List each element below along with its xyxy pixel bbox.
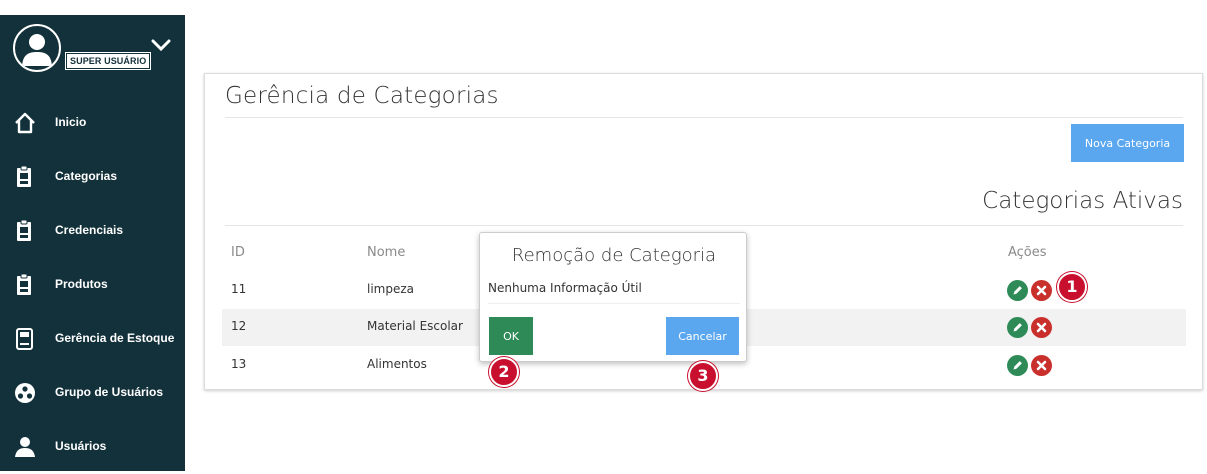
sidebar-item-label: Credenciais [55, 223, 124, 237]
user-area: SUPER USUÁRIO [0, 15, 185, 82]
close-icon [1036, 285, 1047, 296]
row-id: 13 [231, 357, 247, 371]
edit-button[interactable] [1007, 355, 1028, 376]
annotation-marker-1: 1 [1057, 272, 1087, 302]
close-icon [1036, 360, 1047, 371]
avatar[interactable] [13, 24, 61, 72]
column-header-actions: Ações [1008, 245, 1047, 260]
delete-button[interactable] [1031, 317, 1052, 338]
new-category-button[interactable]: Nova Categoria [1071, 124, 1184, 162]
row-name: limpeza [367, 282, 415, 296]
divider [225, 225, 1183, 226]
sidebar: SUPER USUÁRIO Inicio Categorias Credenci… [0, 15, 185, 471]
row-id: 12 [231, 319, 247, 333]
edit-button[interactable] [1007, 280, 1028, 301]
sidebar-item-label: Grupo de Usuários [55, 385, 164, 399]
annotation-marker-3: 3 [688, 361, 718, 391]
sidebar-item-label: Inicio [55, 115, 87, 129]
section-title: Categorias Ativas [982, 188, 1183, 214]
home-icon [15, 112, 35, 134]
delete-button[interactable] [1031, 355, 1052, 376]
cancel-button[interactable]: Cancelar [666, 317, 739, 355]
clipboard-icon [17, 273, 31, 295]
register-icon [16, 328, 33, 350]
column-header-name: Nome [367, 245, 406, 260]
edit-button[interactable] [1007, 317, 1028, 338]
sidebar-item-label: Usuários [55, 439, 107, 453]
divider [225, 117, 1183, 118]
remove-category-dialog: Remoção de Categoria Nenhuma Informação … [479, 232, 747, 362]
sidebar-item-inicio[interactable]: Inicio [0, 96, 185, 150]
divider [488, 303, 740, 304]
sidebar-item-credenciais[interactable]: Credenciais [0, 204, 185, 258]
user-avatar-icon [22, 34, 52, 66]
sidebar-item-label: Gerência de Estoque [55, 331, 175, 345]
row-name: Material Escolar [367, 319, 463, 333]
page-title: Gerência de Categorias [225, 83, 499, 109]
sidebar-item-label: Produtos [55, 277, 108, 291]
clipboard-icon [17, 219, 31, 241]
dialog-message: Nenhuma Informação Útil [488, 281, 642, 295]
pencil-icon [1013, 286, 1022, 295]
sidebar-item-usuarios[interactable]: Usuários [0, 420, 185, 474]
sidebar-item-produtos[interactable]: Produtos [0, 258, 185, 312]
pencil-icon [1013, 323, 1022, 332]
delete-button[interactable] [1031, 280, 1052, 301]
dialog-title: Remoção de Categoria [511, 245, 717, 266]
close-icon [1036, 322, 1047, 333]
sidebar-item-grupo-usuarios[interactable]: Grupo de Usuários [0, 366, 185, 420]
row-id: 11 [231, 282, 247, 296]
chevron-down-icon[interactable] [151, 38, 171, 52]
row-name: Alimentos [367, 357, 427, 371]
user-group-icon [15, 383, 35, 403]
ok-button[interactable]: OK [489, 317, 533, 355]
column-header-id: ID [231, 245, 245, 260]
role-badge: SUPER USUÁRIO [64, 52, 152, 70]
sidebar-item-gerencia-estoque[interactable]: Gerência de Estoque [0, 312, 185, 366]
clipboard-icon [17, 165, 31, 187]
pencil-icon [1013, 361, 1022, 370]
sidebar-item-label: Categorias [55, 169, 118, 183]
sidebar-item-categorias[interactable]: Categorias [0, 150, 185, 204]
user-icon [15, 437, 35, 457]
annotation-marker-2: 2 [489, 357, 519, 387]
